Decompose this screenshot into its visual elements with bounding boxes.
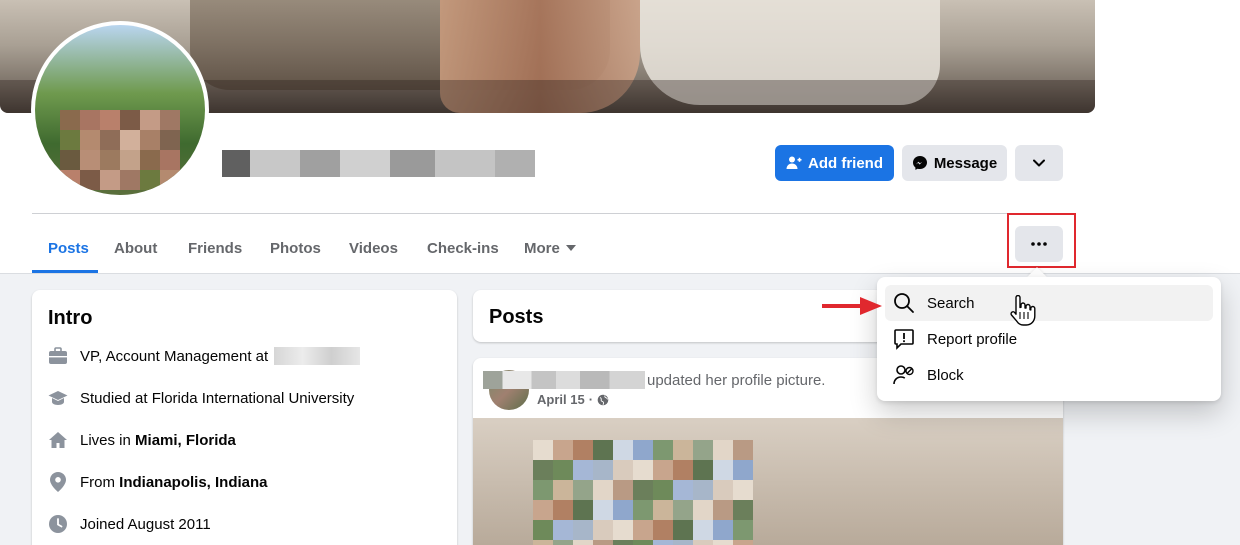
tab-about[interactable]: About <box>114 222 157 274</box>
posts-title: Posts <box>489 306 544 328</box>
tab-videos[interactable]: Videos <box>349 222 398 274</box>
menu-item-search[interactable]: Search <box>885 285 1213 321</box>
intro-work: VP, Account Management at <box>48 344 361 368</box>
more-options-menu: Search Report profile Block <box>877 277 1221 401</box>
clock-icon <box>48 514 68 534</box>
intro-from: From Indianapolis, Indiana <box>48 470 268 494</box>
briefcase-icon <box>48 346 68 366</box>
home-icon <box>48 430 68 450</box>
profile-options-dropdown-button[interactable] <box>1015 145 1063 181</box>
active-tab-indicator <box>32 270 98 273</box>
annotation-highlight-box <box>1007 213 1076 268</box>
profile-avatar[interactable] <box>31 21 209 199</box>
tab-friends[interactable]: Friends <box>188 222 242 274</box>
post-date[interactable]: April 15 <box>537 392 585 407</box>
hand-pointer-cursor-icon <box>1010 295 1036 326</box>
intro-education: Studied at Florida International Univers… <box>48 386 354 410</box>
tab-posts[interactable]: Posts <box>48 222 89 274</box>
tab-more[interactable]: More <box>524 222 576 274</box>
redacted-employer <box>274 347 361 365</box>
annotation-arrow <box>822 297 882 315</box>
messenger-icon <box>912 156 927 170</box>
message-button[interactable]: Message <box>902 145 1007 181</box>
tab-photos[interactable]: Photos <box>270 222 321 274</box>
post-profile-picture[interactable] <box>473 418 1063 545</box>
tab-check-ins[interactable]: Check-ins <box>427 222 499 274</box>
graduation-cap-icon <box>48 388 68 408</box>
add-friend-button[interactable]: Add friend <box>775 145 894 181</box>
globe-icon <box>597 394 609 405</box>
intro-lives-in: Lives in Miami, Florida <box>48 428 236 452</box>
block-user-icon <box>893 365 914 385</box>
tabs-divider <box>32 213 1063 214</box>
chevron-down-icon <box>1033 159 1045 167</box>
redacted-author-name[interactable] <box>483 371 645 389</box>
intro-joined: Joined August 2011 <box>48 512 211 536</box>
search-icon <box>894 293 914 313</box>
add-friend-icon <box>786 156 802 169</box>
profile-name-redacted <box>222 150 535 177</box>
post-action-text: updated her profile picture. <box>647 372 826 389</box>
caret-down-icon <box>565 245 576 251</box>
menu-item-block[interactable]: Block <box>885 357 1213 393</box>
post-meta: April 15 · <box>537 392 609 407</box>
report-icon <box>894 329 914 350</box>
location-pin-icon <box>48 472 68 492</box>
intro-card: Intro VP, Account Management at Studied … <box>32 290 457 545</box>
menu-item-report-profile[interactable]: Report profile <box>885 321 1213 357</box>
intro-title: Intro <box>48 307 93 329</box>
